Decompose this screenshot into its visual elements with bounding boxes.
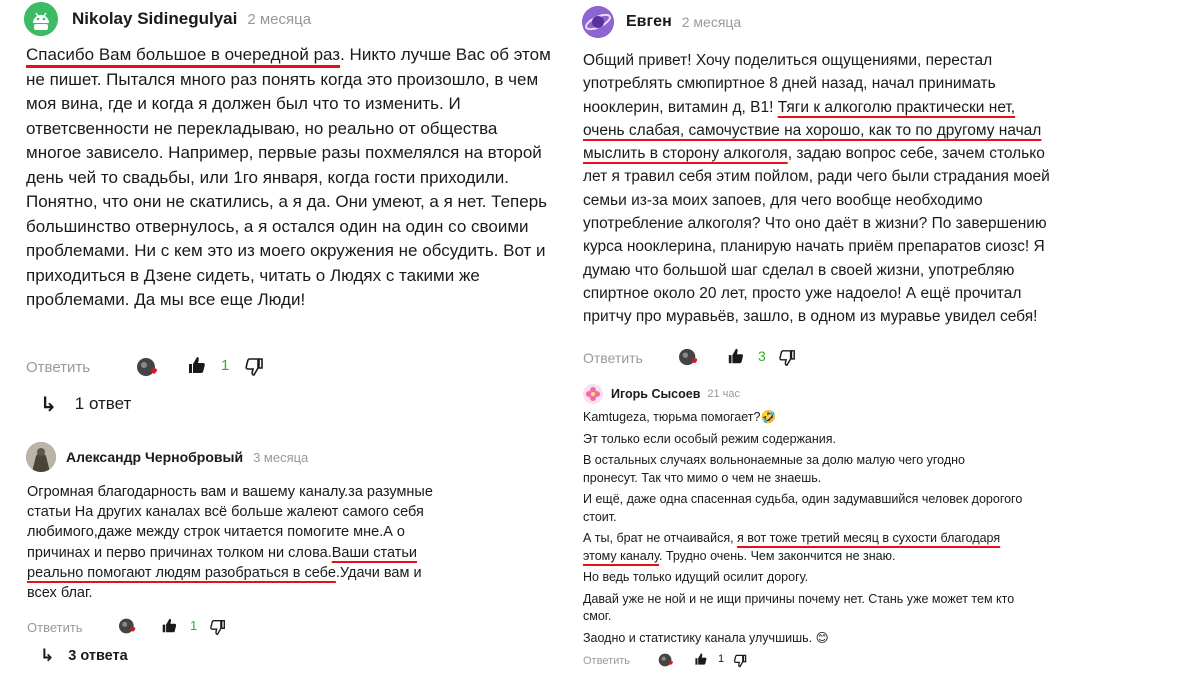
- text-run: Давай уже не ной и не ищи причины почему…: [583, 591, 1015, 624]
- comment-age: 3 месяца: [253, 449, 309, 465]
- right-column: Евген 2 месяца Общий привет! Хочу подели…: [580, 0, 1200, 675]
- left-column: Nikolay Sidinegulyai 2 месяца Спасибо Ва…: [0, 0, 580, 675]
- android-avatar-icon: [24, 2, 58, 36]
- author-name[interactable]: Игорь Сысоев: [611, 387, 700, 401]
- author-heart-icon: [658, 653, 673, 667]
- highlighted-text: Спасибо Вам большое в очередной раз: [26, 45, 341, 64]
- replies-count: 1 ответ: [74, 394, 132, 413]
- planet-avatar-icon: [582, 6, 614, 38]
- reply-button[interactable]: Ответить: [27, 620, 83, 635]
- thumb-up-icon: [189, 357, 205, 373]
- dislike-button[interactable]: [733, 654, 747, 668]
- reply-button[interactable]: Ответить: [26, 359, 90, 376]
- comment-actions: Ответить 1: [27, 616, 287, 638]
- text-run: В остальных случаях вольнонаемные за дол…: [583, 453, 966, 485]
- author-heart-badge: [678, 347, 700, 367]
- comment-header: Евген 2 месяца: [582, 6, 741, 38]
- dislike-button[interactable]: [778, 349, 796, 367]
- author-heart-icon: [137, 358, 157, 376]
- thumb-up-icon: [695, 653, 707, 665]
- text-run: И ещё, даже одна спасенная судьба, один …: [583, 492, 1023, 524]
- comment-actions: Ответить 3: [583, 346, 843, 370]
- author-name[interactable]: Александр Чернобровый: [66, 449, 243, 465]
- comment-text: Спасибо Вам большое в очередной раз. Ник…: [26, 43, 551, 313]
- comment-header: Александр Чернобровый 3 месяца: [26, 442, 308, 472]
- text-run: . Никто лучше Вас об этом не пишет. Пыта…: [26, 45, 551, 309]
- text-run: , задаю вопрос себе, зачем столько лет я…: [583, 145, 1050, 326]
- thumb-up-icon: [162, 618, 177, 633]
- replies-count: 3 ответа: [68, 648, 128, 664]
- thumb-down-icon: [245, 358, 263, 376]
- reply-button[interactable]: Ответить: [583, 350, 643, 366]
- thumb-down-icon: [779, 350, 795, 366]
- comment-header: Nikolay Sidinegulyai 2 месяца: [24, 2, 311, 36]
- like-button[interactable]: [694, 652, 708, 666]
- comment-actions: Ответить 1: [583, 652, 783, 670]
- dislike-button[interactable]: [244, 357, 264, 377]
- author-heart-icon: [119, 618, 136, 634]
- author-heart-icon: [679, 348, 698, 366]
- thumb-down-icon: [733, 654, 747, 668]
- text-run: Заодно и статистику канала улучшишь.: [583, 630, 813, 645]
- reply-arrow-icon: ↳: [40, 393, 57, 416]
- comment-age: 2 месяца: [247, 10, 312, 28]
- smiling-emoji-icon: 😊: [815, 630, 829, 645]
- like-button[interactable]: [161, 617, 178, 634]
- author-name[interactable]: Nikolay Sidinegulyai: [72, 9, 237, 29]
- thumb-up-icon: [728, 348, 744, 364]
- comment-header: Игорь Сысоев 21 час: [583, 384, 740, 404]
- author-name[interactable]: Евген: [626, 13, 672, 31]
- avatar[interactable]: [26, 442, 56, 472]
- flower-avatar-icon: [583, 384, 603, 404]
- comment-text: Общий привет! Хочу поделиться ощущениями…: [583, 49, 1053, 329]
- author-heart-badge: [136, 356, 160, 378]
- grinning-emoji-icon: 🤣: [760, 410, 777, 424]
- avatar[interactable]: [582, 6, 614, 38]
- like-button[interactable]: [727, 347, 745, 365]
- user-photo-icon: [26, 442, 56, 472]
- comment-age: 21 час: [707, 388, 741, 400]
- comment-actions: Ответить 1: [26, 354, 326, 380]
- author-heart-badge: [658, 652, 675, 668]
- text-run: Но ведь только идущий осилит дорогу.: [583, 570, 809, 584]
- reply-button[interactable]: Ответить: [583, 655, 630, 667]
- like-count: 1: [221, 357, 230, 374]
- like-count: 1: [718, 653, 725, 665]
- author-heart-badge: [118, 617, 138, 635]
- like-count: 3: [758, 348, 766, 364]
- show-replies-button[interactable]: ↳ 3 ответа: [40, 645, 128, 667]
- reply-arrow-icon: ↳: [40, 646, 55, 665]
- like-count: 1: [190, 618, 198, 633]
- text-run: Эт только если особый режим содержания.: [583, 431, 837, 446]
- text-run: . Трудно очень. Чем закончится не знаю.: [658, 548, 896, 563]
- comment-age: 2 месяца: [681, 14, 742, 30]
- avatar[interactable]: [583, 384, 603, 404]
- show-replies-button[interactable]: ↳ 1 ответ: [40, 392, 131, 416]
- thumb-down-icon: [210, 620, 225, 635]
- avatar[interactable]: [24, 2, 58, 36]
- comment-text: Kamtugeza, тюрьма помогает?🤣 Эт только е…: [583, 409, 1023, 647]
- like-button[interactable]: [187, 355, 207, 375]
- text-run: А ты, брат не отчаивайся,: [583, 531, 738, 545]
- dislike-button[interactable]: [209, 619, 226, 636]
- text-run: Kamtugeza, тюрьма помогает?: [583, 410, 761, 424]
- comment-text: Огромная благодарность вам и вашему кана…: [27, 482, 447, 603]
